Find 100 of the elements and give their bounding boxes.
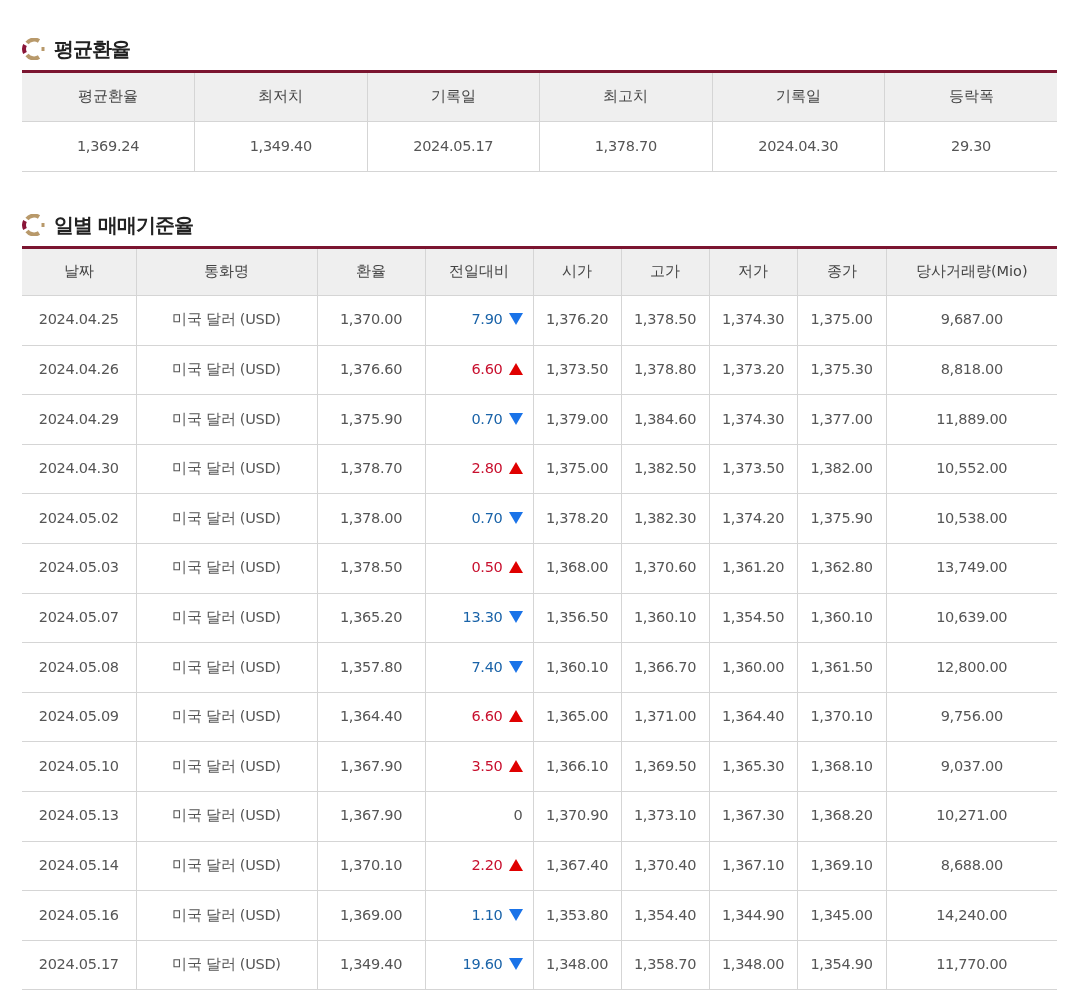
column-header: 전일대비 xyxy=(425,247,533,296)
table-cell: 1,357.80 xyxy=(317,642,425,693)
table-cell: 미국 달러 (USD) xyxy=(136,741,317,792)
table-cell: 2024.05.17 xyxy=(22,940,136,990)
table-cell: 1,366.10 xyxy=(533,741,621,792)
table-cell: 1,382.00 xyxy=(797,444,886,494)
table-cell: 1,354.40 xyxy=(621,890,709,941)
table-cell: 1,369.00 xyxy=(317,890,425,941)
change-value: 2.80 xyxy=(471,460,503,477)
ring-logo-icon xyxy=(22,38,46,60)
table-cell: 1,378.50 xyxy=(317,543,425,594)
table-cell: 1,349.40 xyxy=(317,940,425,990)
table-cell: 1,368.20 xyxy=(797,791,886,842)
table-cell: 1,367.90 xyxy=(317,741,425,792)
change-value: 3.50 xyxy=(471,757,503,774)
table-cell: 1,348.00 xyxy=(709,940,797,990)
change-value: 1.10 xyxy=(471,906,503,923)
table-cell: 2024.05.10 xyxy=(22,741,136,792)
table-cell: 미국 달러 (USD) xyxy=(136,593,317,643)
table-cell: 미국 달러 (USD) xyxy=(136,543,317,594)
change-value: 0.50 xyxy=(471,559,503,576)
table-cell: 2024.05.07 xyxy=(22,593,136,643)
column-header: 저가 xyxy=(709,247,797,296)
table-cell: 1,371.00 xyxy=(621,692,709,742)
change-value: 19.60 xyxy=(462,956,503,973)
table-cell: 2024.05.14 xyxy=(22,841,136,891)
table-cell: 1,374.30 xyxy=(709,394,797,445)
table-cell: 1,370.10 xyxy=(317,841,425,891)
column-header: 당사거래량(Mio) xyxy=(886,247,1057,296)
change-value: 7.90 xyxy=(471,311,503,328)
table-cell: 1,367.30 xyxy=(709,791,797,842)
table-cell: 1,369.24 xyxy=(22,121,195,172)
table-cell: 미국 달러 (USD) xyxy=(136,394,317,445)
column-header: 최저치 xyxy=(194,71,367,122)
table-cell: 2024.04.30 xyxy=(712,121,885,172)
table-cell: 1,370.00 xyxy=(317,295,425,346)
table-cell: 1,375.00 xyxy=(533,444,621,494)
table-cell: 1,378.70 xyxy=(317,444,425,494)
table-cell: 2024.04.29 xyxy=(22,394,136,445)
table-cell: 1,368.10 xyxy=(797,741,886,792)
table-cell: 1,349.40 xyxy=(194,121,367,172)
table-cell: 1,374.20 xyxy=(709,493,797,544)
table-cell: 1,373.10 xyxy=(621,791,709,842)
table-cell: 1,360.10 xyxy=(621,593,709,643)
table-cell: 1,382.30 xyxy=(621,493,709,544)
column-header: 종가 xyxy=(797,247,886,296)
change-value: 13.30 xyxy=(462,609,503,625)
table-cell: 1,375.90 xyxy=(317,394,425,445)
column-header: 날짜 xyxy=(22,247,136,296)
table-cell: 1,378.50 xyxy=(621,295,709,346)
table-cell: 2024.05.17 xyxy=(367,121,540,172)
change-value: 0.70 xyxy=(471,509,503,526)
table-cell: 1,354.90 xyxy=(797,940,886,990)
change-value: 6.60 xyxy=(471,361,503,377)
column-header: 평균환율 xyxy=(22,71,195,122)
table-cell: 1,365.30 xyxy=(709,741,797,792)
table-cell: 1,378.20 xyxy=(533,493,621,544)
table-cell: 2024.05.16 xyxy=(22,890,136,941)
table-cell: 1,370.10 xyxy=(797,692,886,742)
column-header: 최고치 xyxy=(539,71,712,122)
column-header: 등락폭 xyxy=(884,71,1057,122)
table-cell: 1,365.20 xyxy=(317,593,425,643)
table-cell: 1,362.80 xyxy=(797,543,886,594)
table-cell: 미국 달러 (USD) xyxy=(136,692,317,742)
section-title: 일별 매매기준율 xyxy=(54,212,193,239)
change-value: 7.40 xyxy=(471,658,503,675)
column-header: 기록일 xyxy=(367,71,540,122)
table-cell: 1,354.50 xyxy=(709,593,797,643)
change-value: 2.20 xyxy=(471,856,503,873)
table-cell: 1,384.60 xyxy=(621,394,709,445)
table-cell: 2024.05.09 xyxy=(22,692,136,742)
table-cell: 1,364.40 xyxy=(709,692,797,742)
table-cell: 2024.04.26 xyxy=(22,345,136,395)
table-cell: 1,361.20 xyxy=(709,543,797,594)
table-cell: 1,365.00 xyxy=(533,692,621,742)
table-cell: 1,369.50 xyxy=(621,741,709,792)
table-cell: 1,375.90 xyxy=(797,493,886,544)
table-cell: 1,373.50 xyxy=(533,345,621,395)
table-cell: 1,366.70 xyxy=(621,642,709,693)
table-cell: 1,361.50 xyxy=(797,642,886,693)
change-value: 0.70 xyxy=(471,410,503,427)
table-cell: 2024.04.25 xyxy=(22,295,136,346)
ring-logo-icon xyxy=(22,214,46,236)
table-cell: 미국 달러 (USD) xyxy=(136,642,317,693)
column-header: 고가 xyxy=(621,247,709,296)
column-header: 환율 xyxy=(317,247,425,296)
table-cell: 미국 달러 (USD) xyxy=(136,890,317,941)
table-cell: 미국 달러 (USD) xyxy=(136,940,317,990)
table-cell: 1,378.70 xyxy=(539,121,712,172)
table-cell: 1,356.50 xyxy=(533,593,621,643)
table-cell: 1,367.90 xyxy=(317,791,425,842)
table-cell: 2024.05.03 xyxy=(22,543,136,594)
table-cell: 1,360.10 xyxy=(533,642,621,693)
table-cell: 1,348.00 xyxy=(533,940,621,990)
table-cell: 1,353.80 xyxy=(533,890,621,941)
table-cell: 1,375.30 xyxy=(797,345,886,395)
table-cell: 미국 달러 (USD) xyxy=(136,841,317,891)
section-title: 평균환율 xyxy=(54,36,130,63)
table-cell: 1,375.00 xyxy=(797,295,886,346)
table-cell: 1,367.10 xyxy=(709,841,797,891)
